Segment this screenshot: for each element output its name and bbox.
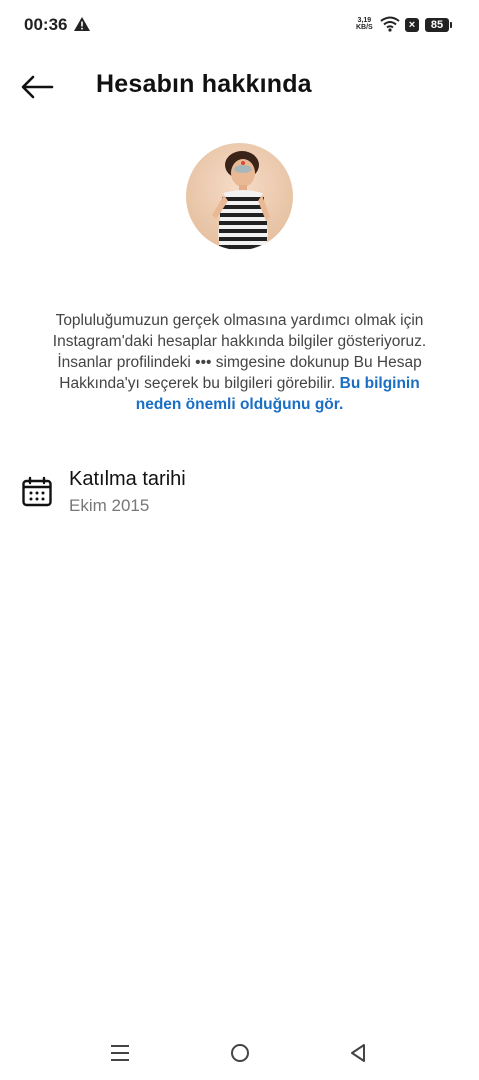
network-speed-unit: KB/S — [356, 24, 373, 31]
system-nav-bar — [0, 1030, 479, 1080]
menu-icon — [111, 1045, 129, 1061]
wifi-icon — [380, 16, 400, 37]
status-bar: 00:36 3,19 KB/S × 85 — [0, 0, 479, 50]
join-date-value: Ekim 2015 — [69, 496, 150, 515]
join-date-label: Katılma tarihi — [69, 468, 186, 490]
home-circle-icon — [231, 1044, 249, 1062]
status-time: 00:36 — [24, 15, 68, 34]
warning-icon — [74, 17, 90, 36]
header: Hesabın hakkında — [0, 60, 479, 116]
network-speed: 3,19 KB/S — [356, 17, 373, 31]
home-button[interactable] — [229, 1042, 251, 1069]
back-button[interactable] — [18, 72, 56, 102]
join-date-row: Katılma tarihi Ekim 2015 — [0, 466, 479, 526]
calendar-icon — [21, 476, 53, 513]
page-title: Hesabın hakkında — [96, 70, 312, 98]
info-description: Topluluğumuzun gerçek olmasına yardımcı … — [36, 310, 443, 415]
battery-tip — [450, 22, 452, 28]
back-triangle-icon — [351, 1044, 365, 1062]
back-nav-button[interactable] — [347, 1042, 369, 1069]
menu-button[interactable] — [109, 1042, 131, 1069]
close-icon: × — [405, 18, 419, 32]
network-speed-value: 3,19 — [357, 17, 372, 24]
back-arrow-icon — [21, 75, 54, 99]
battery-level: 85 — [425, 18, 449, 32]
avatar — [186, 143, 293, 250]
